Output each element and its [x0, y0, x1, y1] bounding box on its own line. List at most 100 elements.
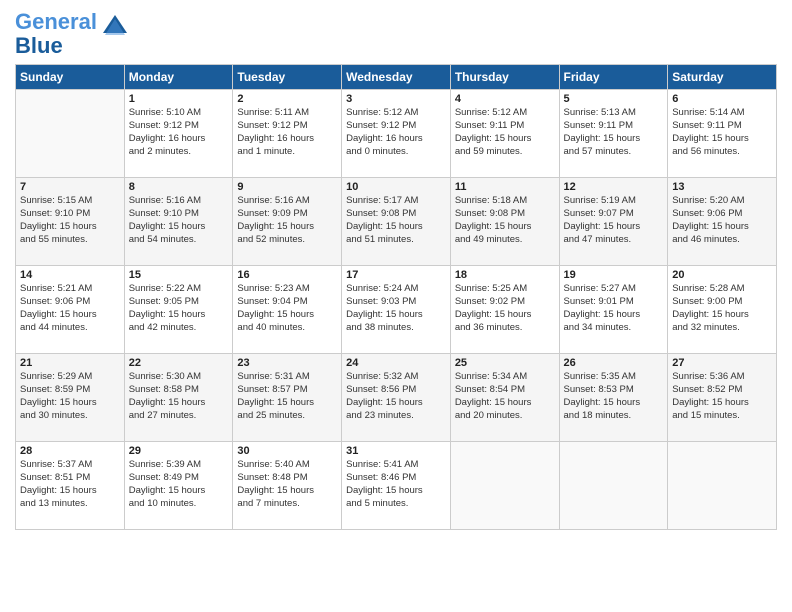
table-row: 25Sunrise: 5:34 AM Sunset: 8:54 PM Dayli…: [450, 354, 559, 442]
table-row: 29Sunrise: 5:39 AM Sunset: 8:49 PM Dayli…: [124, 442, 233, 530]
calendar-week-row: 21 Sunrise: 5:29 AM Sunset: 8:59 PM Dayli…: [16, 354, 777, 442]
day-number: 12: [564, 181, 664, 193]
day-number: 6: [672, 93, 772, 105]
table-row: 17Sunrise: 5:24 AM Sunset: 9:03 PM Dayli…: [342, 266, 451, 354]
col-thursday: Thursday: [450, 65, 559, 90]
day-number: 20: [672, 269, 772, 281]
day-info: Sunrise: 5:27 AM Sunset: 9:01 PM Dayligh…: [564, 283, 664, 334]
day-info: Sunrise: 5:29 AM Sunset: 8:59 PM Dayligh…: [20, 371, 120, 422]
day-info: Sunrise: 5:17 AM Sunset: 9:08 PM Dayligh…: [346, 195, 446, 246]
day-info: Sunrise: 5:23 AM Sunset: 9:04 PM Dayligh…: [237, 283, 337, 334]
table-row: 2 Sunrise: 5:11 AM Sunset: 9:12 PM Daylig…: [233, 90, 342, 178]
day-info: Sunrise: 5:12 AM Sunset: 9:11 PM Dayligh…: [455, 107, 555, 158]
day-number: 8: [129, 181, 229, 193]
calendar-week-row: 14 Sunrise: 5:21 AM Sunset: 9:06 PM Dayli…: [16, 266, 777, 354]
table-row: 15 Sunrise: 5:22 AM Sunset: 9:05 PM Dayli…: [124, 266, 233, 354]
day-info: Sunrise: 5:12 AM Sunset: 9:12 PM Dayligh…: [346, 107, 446, 158]
table-row: 18 Sunrise: 5:25 AM Sunset: 9:02 PM Dayli…: [450, 266, 559, 354]
table-row: 10 Sunrise: 5:17 AM Sunset: 9:08 PM Dayli…: [342, 178, 451, 266]
col-sunday: Sunday: [16, 65, 125, 90]
day-number: 28: [20, 445, 120, 457]
logo-blue: Blue: [15, 33, 63, 58]
day-number: 16: [237, 269, 337, 281]
day-number: 14: [20, 269, 120, 281]
day-number: 26: [564, 357, 664, 369]
calendar-week-row: 1Sunrise: 5:10 AM Sunset: 9:12 PM Daylig…: [16, 90, 777, 178]
day-number: 3: [346, 93, 446, 105]
day-number: 17: [346, 269, 446, 281]
table-row: 31Sunrise: 5:41 AM Sunset: 8:46 PM Dayli…: [342, 442, 451, 530]
day-number: 9: [237, 181, 337, 193]
day-info: Sunrise: 5:19 AM Sunset: 9:07 PM Dayligh…: [564, 195, 664, 246]
table-row: 6Sunrise: 5:14 AM Sunset: 9:11 PM Daylig…: [668, 90, 777, 178]
table-row: [668, 442, 777, 530]
table-row: 30 Sunrise: 5:40 AM Sunset: 8:48 PM Dayli…: [233, 442, 342, 530]
table-row: 20Sunrise: 5:28 AM Sunset: 9:00 PM Dayli…: [668, 266, 777, 354]
table-row: 7Sunrise: 5:15 AM Sunset: 9:10 PM Daylig…: [16, 178, 125, 266]
day-number: 2: [237, 93, 337, 105]
day-number: 7: [20, 181, 120, 193]
table-row: 3 Sunrise: 5:12 AM Sunset: 9:12 PM Daylig…: [342, 90, 451, 178]
table-row: 13Sunrise: 5:20 AM Sunset: 9:06 PM Dayli…: [668, 178, 777, 266]
day-info: Sunrise: 5:34 AM Sunset: 8:54 PM Dayligh…: [455, 371, 555, 422]
day-number: 5: [564, 93, 664, 105]
logo-text: General Blue: [15, 10, 97, 58]
day-info: Sunrise: 5:39 AM Sunset: 8:49 PM Dayligh…: [129, 459, 229, 510]
day-info: Sunrise: 5:11 AM Sunset: 9:12 PM Dayligh…: [237, 107, 337, 158]
day-number: 4: [455, 93, 555, 105]
day-info: Sunrise: 5:40 AM Sunset: 8:48 PM Dayligh…: [237, 459, 337, 510]
day-info: Sunrise: 5:36 AM Sunset: 8:52 PM Dayligh…: [672, 371, 772, 422]
col-tuesday: Tuesday: [233, 65, 342, 90]
calendar-week-row: 7Sunrise: 5:15 AM Sunset: 9:10 PM Daylig…: [16, 178, 777, 266]
day-info: Sunrise: 5:13 AM Sunset: 9:11 PM Dayligh…: [564, 107, 664, 158]
day-number: 15: [129, 269, 229, 281]
table-row: 23 Sunrise: 5:31 AM Sunset: 8:57 PM Dayli…: [233, 354, 342, 442]
table-row: 28Sunrise: 5:37 AM Sunset: 8:51 PM Dayli…: [16, 442, 125, 530]
calendar-table: Sunday Monday Tuesday Wednesday Thursday…: [15, 64, 777, 530]
col-friday: Friday: [559, 65, 668, 90]
day-number: 24: [346, 357, 446, 369]
day-number: 10: [346, 181, 446, 193]
calendar-week-row: 28Sunrise: 5:37 AM Sunset: 8:51 PM Dayli…: [16, 442, 777, 530]
day-info: Sunrise: 5:35 AM Sunset: 8:53 PM Dayligh…: [564, 371, 664, 422]
day-number: 19: [564, 269, 664, 281]
day-info: Sunrise: 5:30 AM Sunset: 8:58 PM Dayligh…: [129, 371, 229, 422]
table-row: [450, 442, 559, 530]
table-row: 4 Sunrise: 5:12 AM Sunset: 9:11 PM Daylig…: [450, 90, 559, 178]
logo-icon: [101, 13, 129, 46]
logo: General Blue: [15, 10, 129, 58]
day-info: Sunrise: 5:31 AM Sunset: 8:57 PM Dayligh…: [237, 371, 337, 422]
table-row: 24Sunrise: 5:32 AM Sunset: 8:56 PM Dayli…: [342, 354, 451, 442]
day-number: 21: [20, 357, 120, 369]
day-number: 23: [237, 357, 337, 369]
day-info: Sunrise: 5:16 AM Sunset: 9:10 PM Dayligh…: [129, 195, 229, 246]
header: General Blue: [15, 10, 777, 58]
day-info: Sunrise: 5:21 AM Sunset: 9:06 PM Dayligh…: [20, 283, 120, 334]
day-number: 22: [129, 357, 229, 369]
table-row: 9 Sunrise: 5:16 AM Sunset: 9:09 PM Daylig…: [233, 178, 342, 266]
table-row: 21 Sunrise: 5:29 AM Sunset: 8:59 PM Dayli…: [16, 354, 125, 442]
table-row: [16, 90, 125, 178]
table-row: 11Sunrise: 5:18 AM Sunset: 9:08 PM Dayli…: [450, 178, 559, 266]
day-number: 30: [237, 445, 337, 457]
day-number: 31: [346, 445, 446, 457]
day-info: Sunrise: 5:25 AM Sunset: 9:02 PM Dayligh…: [455, 283, 555, 334]
table-row: 5 Sunrise: 5:13 AM Sunset: 9:11 PM Daylig…: [559, 90, 668, 178]
table-row: 26 Sunrise: 5:35 AM Sunset: 8:53 PM Dayli…: [559, 354, 668, 442]
table-row: 8 Sunrise: 5:16 AM Sunset: 9:10 PM Daylig…: [124, 178, 233, 266]
day-info: Sunrise: 5:20 AM Sunset: 9:06 PM Dayligh…: [672, 195, 772, 246]
day-number: 18: [455, 269, 555, 281]
table-row: 27Sunrise: 5:36 AM Sunset: 8:52 PM Dayli…: [668, 354, 777, 442]
table-row: 12 Sunrise: 5:19 AM Sunset: 9:07 PM Dayli…: [559, 178, 668, 266]
day-info: Sunrise: 5:16 AM Sunset: 9:09 PM Dayligh…: [237, 195, 337, 246]
day-info: Sunrise: 5:22 AM Sunset: 9:05 PM Dayligh…: [129, 283, 229, 334]
main-container: General Blue Sunday Monday Tuesday: [0, 0, 792, 540]
table-row: 16 Sunrise: 5:23 AM Sunset: 9:04 PM Dayli…: [233, 266, 342, 354]
table-row: [559, 442, 668, 530]
col-wednesday: Wednesday: [342, 65, 451, 90]
table-row: 22 Sunrise: 5:30 AM Sunset: 8:58 PM Dayli…: [124, 354, 233, 442]
calendar-header-row: Sunday Monday Tuesday Wednesday Thursday…: [16, 65, 777, 90]
logo-general: General: [15, 9, 97, 34]
day-number: 1: [129, 93, 229, 105]
day-info: Sunrise: 5:18 AM Sunset: 9:08 PM Dayligh…: [455, 195, 555, 246]
